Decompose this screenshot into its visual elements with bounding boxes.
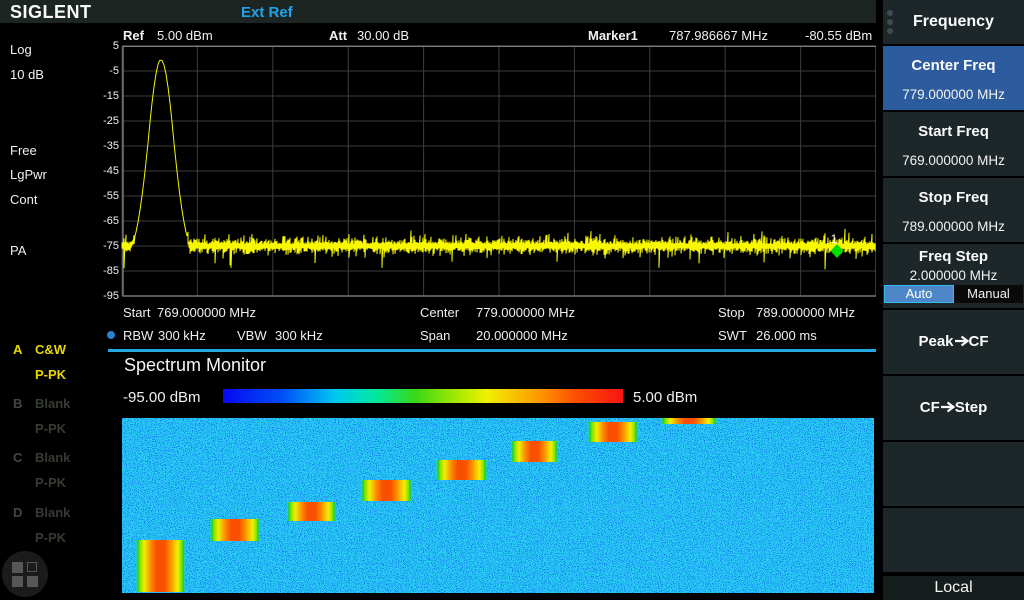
svg-text:1: 1 xyxy=(831,232,838,246)
